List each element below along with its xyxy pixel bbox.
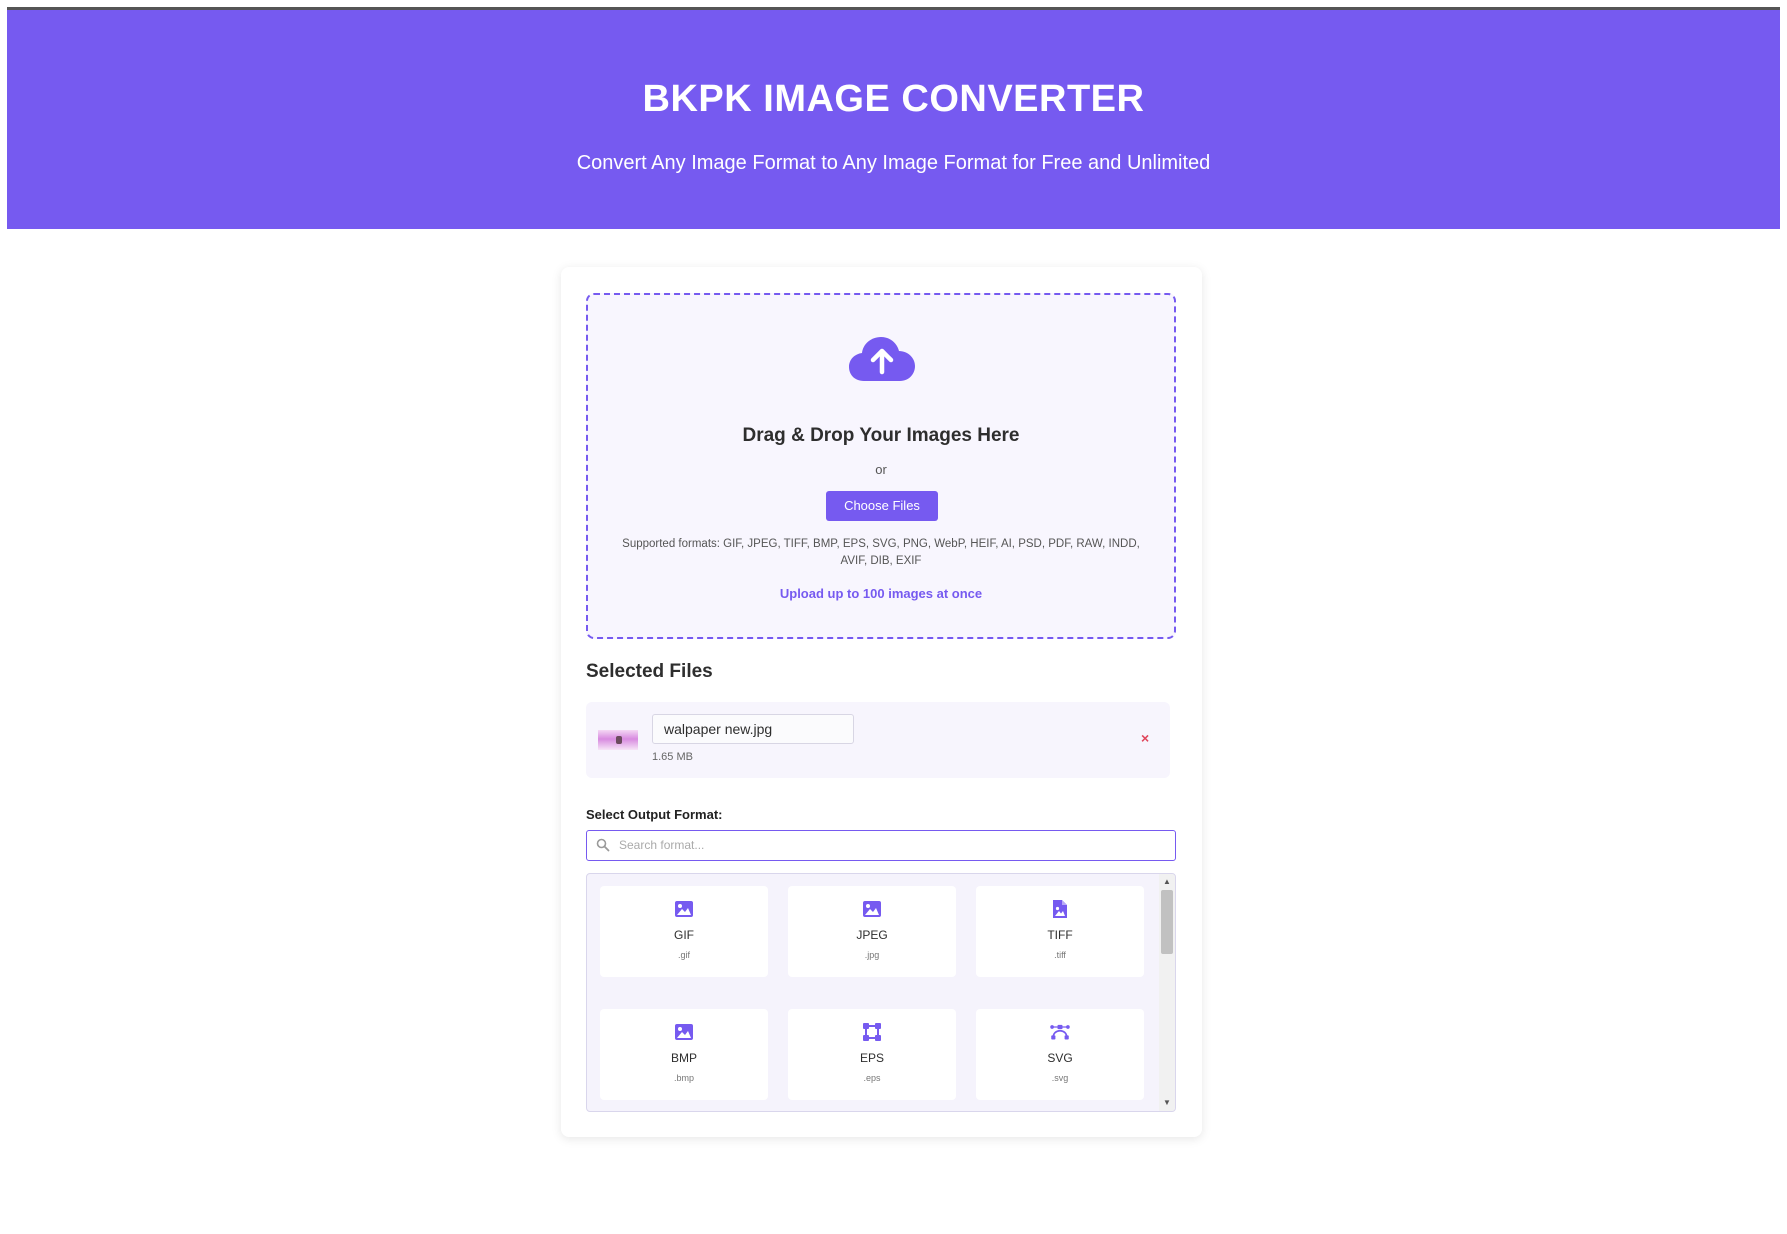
page-header: BKPK IMAGE CONVERTER Convert Any Image F…	[7, 10, 1780, 229]
image-icon	[863, 901, 881, 917]
remove-file-button[interactable]: ×	[1141, 730, 1149, 746]
format-name: SVG	[1047, 1051, 1073, 1065]
file-image-icon	[1053, 900, 1067, 918]
output-format-label: Select Output Format:	[586, 807, 723, 822]
file-name: walpaper new.jpg	[652, 714, 854, 744]
format-tile-tiff[interactable]: TIFF .tiff	[976, 886, 1144, 977]
page-title: BKPK IMAGE CONVERTER	[642, 78, 1145, 120]
selected-files-title: Selected Files	[586, 661, 713, 682]
format-name: GIF	[674, 928, 694, 942]
supported-formats-text: Supported formats: GIF, JPEG, TIFF, BMP,…	[622, 538, 1140, 567]
format-name: JPEG	[856, 928, 888, 942]
choose-files-button[interactable]: Choose Files	[826, 491, 938, 521]
format-tile-jpeg[interactable]: JPEG .jpg	[788, 886, 956, 977]
format-search-input[interactable]	[619, 834, 1159, 856]
file-thumbnail	[598, 730, 638, 750]
format-extension: .eps	[863, 1073, 881, 1083]
cloud-upload-icon	[849, 337, 915, 381]
format-tile-gif[interactable]: GIF .gif	[600, 886, 768, 977]
bezier-curve-icon	[1050, 1024, 1070, 1040]
format-tile-svg[interactable]: SVG .svg	[976, 1009, 1144, 1100]
scrollbar-thumb[interactable]	[1161, 890, 1173, 954]
format-tile-eps[interactable]: EPS .eps	[788, 1009, 956, 1100]
file-list-item: walpaper new.jpg 1.65 MB ×	[586, 702, 1170, 778]
dropzone-or-text: or	[875, 462, 887, 477]
format-name: TIFF	[1047, 928, 1073, 942]
format-extension: .svg	[1051, 1073, 1069, 1083]
image-icon	[675, 901, 693, 917]
vector-square-icon	[863, 1023, 881, 1041]
format-tile-bmp[interactable]: BMP .bmp	[600, 1009, 768, 1100]
dropzone-title: Drag & Drop Your Images Here	[742, 425, 1020, 446]
format-extension: .gif	[677, 950, 690, 960]
format-name: EPS	[859, 1051, 884, 1065]
scroll-down-arrow-icon[interactable]: ▼	[1159, 1096, 1175, 1110]
search-icon	[596, 838, 610, 852]
upload-dropzone[interactable]: Drag & Drop Your Images Here or Choose F…	[586, 293, 1176, 639]
file-size: 1.65 MB	[652, 751, 693, 763]
format-name: BMP	[670, 1051, 697, 1065]
scroll-up-arrow-icon[interactable]: ▲	[1159, 875, 1175, 889]
image-icon	[675, 1024, 693, 1040]
upload-limit-text: Upload up to 100 images at once	[779, 586, 983, 601]
format-search-box[interactable]	[586, 830, 1176, 861]
format-extension: .bmp	[673, 1073, 694, 1083]
converter-card: Drag & Drop Your Images Here or Choose F…	[561, 267, 1202, 1137]
page-subtitle: Convert Any Image Format to Any Image Fo…	[576, 152, 1211, 174]
format-grid: GIF .gif JPEG .jpg TIFF .tiff BMP .bmp E…	[586, 873, 1176, 1112]
format-grid-scrollbar[interactable]: ▲ ▼	[1159, 874, 1175, 1111]
format-extension: .tiff	[1054, 950, 1066, 960]
format-extension: .jpg	[864, 950, 880, 960]
